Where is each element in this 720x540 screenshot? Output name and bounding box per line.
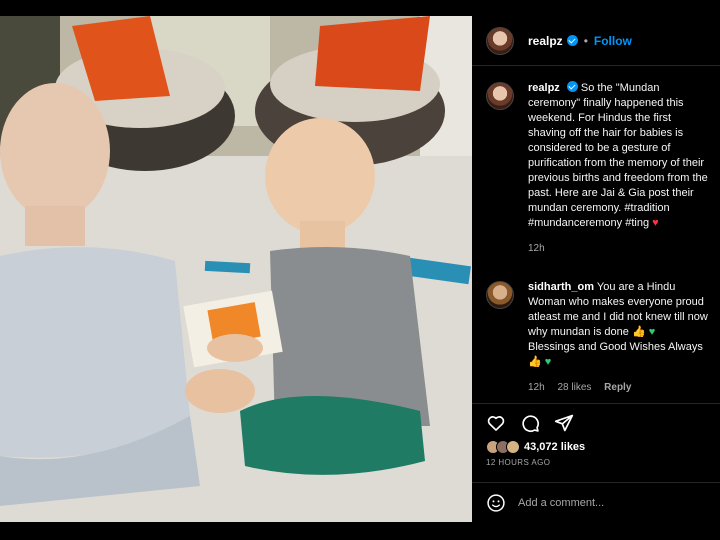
heart-icon[interactable] <box>486 413 506 433</box>
caption-text: So the "Mundan ceremony" finally happene… <box>528 82 708 229</box>
verified-badge-icon <box>566 35 578 46</box>
green-heart-icon: ♥ <box>648 326 656 338</box>
reply-button[interactable]: Reply <box>604 382 631 393</box>
separator-dot: • <box>583 33 588 48</box>
liker-avatar <box>506 440 520 454</box>
comment-username[interactable]: sidharth_om <box>528 281 594 293</box>
post-photo[interactable] <box>0 16 472 522</box>
comment-time[interactable]: 12h <box>528 382 545 393</box>
caption-username[interactable]: realpz <box>528 82 560 94</box>
comment-text-tail: Blessings and Good Wishes Always <box>528 341 703 353</box>
caption-meta: 12h <box>528 241 710 256</box>
comment-icon[interactable] <box>520 413 540 433</box>
likes-count[interactable]: 43,072 likes <box>524 441 585 453</box>
share-icon[interactable] <box>554 413 574 433</box>
smiley-icon[interactable] <box>486 493 506 513</box>
comment-item: sidharth_om You are a Hindu Woman who ma… <box>472 256 720 395</box>
post-time-ago[interactable]: 12 HOURS AGO <box>472 454 720 467</box>
thumbs-up-icon: 👍 <box>528 356 542 368</box>
verified-badge-icon <box>566 81 578 92</box>
comment-likes[interactable]: 28 likes <box>557 382 591 393</box>
add-comment-bar: Add a comment... <box>472 482 720 522</box>
thumbs-up-icon: 👍 <box>631 326 646 338</box>
comments-section[interactable]: realpz So the "Mundan ceremony" finally … <box>472 67 720 403</box>
comment-meta: 12h 28 likes Reply <box>528 380 710 395</box>
caption-avatar[interactable] <box>486 82 514 110</box>
add-comment-input[interactable]: Add a comment... <box>518 497 604 509</box>
post-panel: realpz • Follow realpz So the "Mundan ce… <box>472 16 720 522</box>
post-image <box>0 16 472 522</box>
action-bar: 43,072 likes 12 HOURS AGO <box>472 403 720 467</box>
red-heart-icon: ♥ <box>652 217 659 229</box>
follow-button[interactable]: Follow <box>594 34 632 48</box>
commenter-avatar[interactable] <box>486 281 514 309</box>
likes-row[interactable]: 43,072 likes <box>472 434 720 454</box>
caption-time[interactable]: 12h <box>528 243 545 254</box>
author-username[interactable]: realpz <box>528 34 563 48</box>
author-avatar[interactable] <box>486 26 514 55</box>
post-header: realpz • Follow <box>472 16 720 66</box>
green-heart-icon: ♥ <box>544 356 552 368</box>
caption: realpz So the "Mundan ceremony" finally … <box>472 67 720 256</box>
